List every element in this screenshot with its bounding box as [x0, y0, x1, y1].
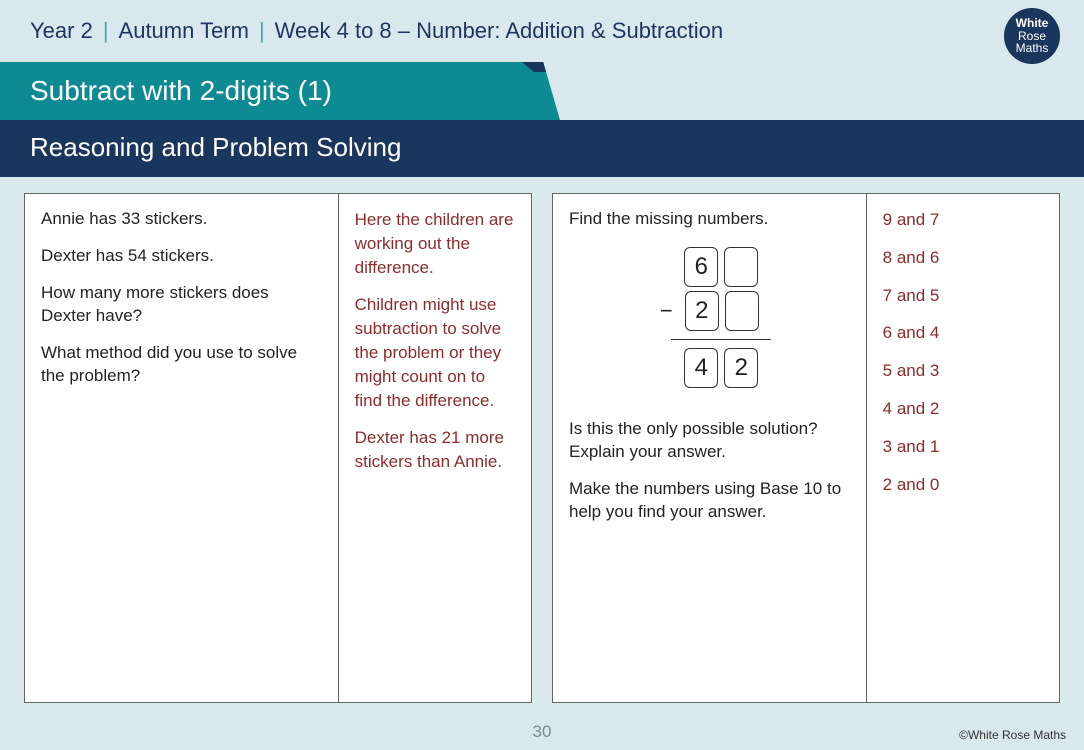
breadcrumb: Year 2 | Autumn Term | Week 4 to 8 – Num… [0, 0, 1084, 62]
answer-text: 3 and 1 [883, 435, 1043, 459]
question-text: Find the missing numbers. [569, 208, 850, 231]
problem-card-left: Annie has 33 stickers. Dexter has 54 sti… [24, 193, 532, 703]
content-area: Annie has 33 stickers. Dexter has 54 sti… [0, 177, 1084, 703]
sum-row-result: 4 2 [660, 348, 758, 388]
answer-text: 7 and 5 [883, 284, 1043, 308]
logo-line1: White [1016, 17, 1049, 30]
sum-row-mid: − 2 [660, 291, 759, 331]
question-text: Dexter has 54 stickers. [41, 245, 322, 268]
sum-line-row [647, 335, 771, 344]
digit-box: 6 [684, 247, 718, 287]
answer-text: 5 and 3 [883, 359, 1043, 383]
digit-box-empty [724, 247, 758, 287]
question-text: What method did you use to solve the pro… [41, 342, 322, 388]
digit-box-empty [725, 291, 759, 331]
question-column: Annie has 33 stickers. Dexter has 54 sti… [25, 194, 339, 702]
digit-box: 4 [684, 348, 718, 388]
copyright: ©White Rose Maths [959, 728, 1066, 742]
title-band: Subtract with 2-digits (1) [0, 62, 1084, 120]
sum-line [671, 339, 771, 340]
answer-text: 4 and 2 [883, 397, 1043, 421]
column-subtraction: 6 − 2 4 2 [569, 245, 850, 390]
separator: | [259, 18, 265, 44]
question-column: Find the missing numbers. 6 − 2 [553, 194, 867, 702]
answer-text: Here the children are working out the di… [355, 208, 515, 279]
logo-line3: Maths [1016, 42, 1049, 55]
minus-sign: − [660, 296, 673, 326]
page-subtitle: Reasoning and Problem Solving [0, 120, 1084, 177]
question-text: Is this the only possible solution? Expl… [569, 418, 850, 464]
answer-column: Here the children are working out the di… [339, 194, 531, 702]
breadcrumb-weeks: Week 4 to 8 – Number: Addition & Subtrac… [275, 18, 723, 44]
answer-text: 2 and 0 [883, 473, 1043, 497]
digit-box: 2 [724, 348, 758, 388]
answer-text: Dexter has 21 more stickers than Annie. [355, 426, 515, 474]
page-number: 30 [533, 722, 552, 742]
answer-text: 8 and 6 [883, 246, 1043, 270]
question-text: Annie has 33 stickers. [41, 208, 322, 231]
separator: | [103, 18, 109, 44]
answer-column: 9 and 7 8 and 6 7 and 5 6 and 4 5 and 3 … [867, 194, 1059, 702]
question-text: Make the numbers using Base 10 to help y… [569, 478, 850, 524]
sum-row-top: 6 [660, 247, 758, 287]
answer-text: 6 and 4 [883, 321, 1043, 345]
logo-badge: White Rose Maths [1004, 8, 1060, 64]
answer-text: 9 and 7 [883, 208, 1043, 232]
answer-text: Children might use subtraction to solve … [355, 293, 515, 412]
question-text: How many more stickers does Dexter have? [41, 282, 322, 328]
problem-card-right: Find the missing numbers. 6 − 2 [552, 193, 1060, 703]
breadcrumb-year: Year 2 [30, 18, 93, 44]
page-title: Subtract with 2-digits (1) [0, 62, 560, 120]
digit-box: 2 [685, 291, 719, 331]
breadcrumb-term: Autumn Term [119, 18, 249, 44]
